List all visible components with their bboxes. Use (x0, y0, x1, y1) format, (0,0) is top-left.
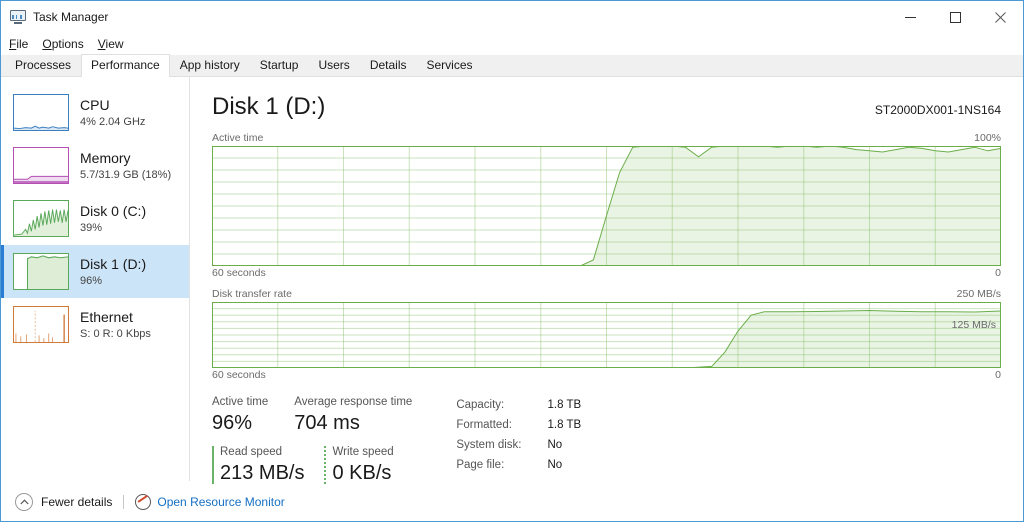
sidebar-item-label: Disk 0 (C:) (80, 202, 147, 219)
active-time-graph-xright: 0 (995, 267, 1001, 279)
window-body: CPU 4% 2.04 GHz Memory 5.7/31.9 GB (18%) (1, 77, 1023, 484)
transfer-rate-graph-mid: 125 MB/s (951, 319, 996, 331)
disk-model-label: ST2000DX001-1NS164 (874, 103, 1001, 117)
active-time-graph-max: 100% (974, 132, 1001, 144)
maximize-button[interactable] (933, 1, 978, 33)
menu-item-file[interactable]: File (9, 37, 28, 51)
transfer-rate-graph: 125 MB/s (212, 302, 1001, 368)
read-speed-value: 213 MB/s (220, 462, 305, 484)
write-speed-stat: Write speed 0 KB/s (324, 445, 394, 486)
fewer-details-label: Fewer details (41, 494, 113, 509)
info-value: 1.8 TB (547, 419, 582, 431)
active-time-stat: Active time 96% (212, 395, 268, 436)
average-response-time-caption: Average response time (294, 396, 413, 408)
sidebar-item-label: CPU (80, 96, 110, 113)
sidebar-item-sublabel: 5.7/31.9 GB (18%) (80, 168, 172, 181)
open-resource-monitor-label: Open Resource Monitor (157, 494, 285, 509)
sidebar-item-sublabel: S: 0 R: 0 Kbps (80, 327, 151, 340)
write-speed-indicator-bar (324, 446, 327, 484)
sidebar-item-disk-0[interactable]: Disk 0 (C:) 39% (1, 192, 189, 245)
read-speed-caption: Read speed (220, 446, 283, 458)
sidebar-item-cpu[interactable]: CPU 4% 2.04 GHz (1, 86, 189, 139)
info-key: System disk: (456, 439, 522, 451)
active-time-stat-value: 96% (212, 412, 253, 434)
info-key: Page file: (456, 459, 505, 471)
sidebar-item-label: Ethernet (80, 308, 133, 325)
task-manager-window: Task Manager File Options View Processes… (0, 0, 1024, 522)
disk-info-grid: Capacity: 1.8 TB Formatted: 1.8 TB Syste… (456, 395, 581, 486)
window-controls (888, 1, 1023, 33)
disk-1-thumbnail-graph (13, 253, 69, 290)
fewer-details-button[interactable]: Fewer details (15, 492, 113, 511)
sidebar-item-label: Disk 1 (D:) (80, 255, 147, 272)
write-speed-value: 0 KB/s (332, 462, 392, 484)
stats-section: Active time 96% Average response time 70… (212, 395, 1001, 486)
page-title: Disk 1 (D:) (212, 93, 326, 120)
active-time-graph (212, 146, 1001, 266)
read-speed-stat: Read speed 213 MB/s (212, 445, 304, 486)
sidebar-item-sublabel: 4% 2.04 GHz (80, 115, 146, 128)
sidebar-item-memory[interactable]: Memory 5.7/31.9 GB (18%) (1, 139, 189, 192)
resource-monitor-icon (135, 493, 152, 510)
minimize-button[interactable] (888, 1, 933, 33)
main-header: Disk 1 (D:) ST2000DX001-1NS164 (212, 93, 1001, 121)
chevron-up-icon (15, 492, 33, 511)
title-bar: Task Manager (1, 1, 1023, 33)
tab-processes[interactable]: Processes (5, 54, 81, 76)
info-value: 1.8 TB (547, 399, 582, 411)
resource-sidebar: CPU 4% 2.04 GHz Memory 5.7/31.9 GB (18%) (1, 77, 190, 481)
average-response-time-stat: Average response time 704 ms (294, 395, 412, 436)
open-resource-monitor-link[interactable]: Open Resource Monitor (135, 493, 285, 510)
active-time-graph-labels: Active time 100% (212, 132, 1001, 144)
transfer-rate-graph-xleft: 60 seconds (212, 369, 266, 381)
info-value: No (547, 459, 563, 471)
menu-item-view[interactable]: View (98, 37, 124, 51)
window-title: Task Manager (33, 10, 109, 24)
active-time-stat-caption: Active time (212, 396, 269, 408)
ethernet-thumbnail-graph (13, 306, 69, 343)
disk-0-thumbnail-graph (13, 200, 69, 237)
transfer-rate-graph-footer: 60 seconds 0 (212, 369, 1001, 381)
sidebar-item-disk-1[interactable]: Disk 1 (D:) 96% (1, 245, 189, 298)
task-manager-icon (10, 10, 26, 24)
main-panel: Disk 1 (D:) ST2000DX001-1NS164 Active ti… (190, 77, 1023, 484)
average-response-time-value: 704 ms (294, 412, 360, 434)
sidebar-item-ethernet[interactable]: Ethernet S: 0 R: 0 Kbps (1, 298, 189, 351)
info-key: Capacity: (456, 399, 505, 411)
tab-startup[interactable]: Startup (250, 54, 309, 76)
tab-details[interactable]: Details (360, 54, 417, 76)
tab-services[interactable]: Services (417, 54, 483, 76)
tab-bar: Processes Performance App history Startu… (1, 54, 1023, 77)
speed-row: Read speed 213 MB/s Write speed 0 KB/s (212, 445, 438, 486)
active-time-graph-footer: 60 seconds 0 (212, 267, 1001, 279)
sidebar-item-sublabel: 96% (80, 274, 103, 287)
transfer-rate-graph-xright: 0 (995, 369, 1001, 381)
close-button[interactable] (978, 1, 1023, 33)
info-key: Formatted: (456, 419, 512, 431)
sidebar-item-label: Memory (80, 149, 131, 166)
transfer-rate-graph-max: 250 MB/s (956, 288, 1001, 300)
active-time-graph-xleft: 60 seconds (212, 267, 266, 279)
menu-bar: File Options View (1, 33, 1023, 55)
footer-separator (123, 494, 125, 509)
sidebar-item-sublabel: 39% (80, 221, 103, 234)
active-time-graph-title: Active time (212, 132, 264, 144)
info-value: No (547, 439, 563, 451)
write-speed-caption: Write speed (332, 446, 394, 458)
memory-thumbnail-graph (13, 147, 69, 184)
read-speed-indicator-bar (212, 446, 214, 484)
tab-users[interactable]: Users (308, 54, 359, 76)
stats-left-column: Active time 96% Average response time 70… (212, 395, 438, 486)
footer-bar: Fewer details Open Resource Monitor (1, 481, 1023, 521)
tab-app-history[interactable]: App history (170, 54, 250, 76)
menu-item-options[interactable]: Options (42, 37, 83, 51)
cpu-thumbnail-graph (13, 94, 69, 131)
transfer-rate-graph-title: Disk transfer rate (212, 288, 292, 300)
transfer-rate-graph-labels: Disk transfer rate 250 MB/s (212, 288, 1001, 300)
tab-performance[interactable]: Performance (81, 54, 170, 77)
stats-top-row: Active time 96% Average response time 70… (212, 395, 438, 436)
